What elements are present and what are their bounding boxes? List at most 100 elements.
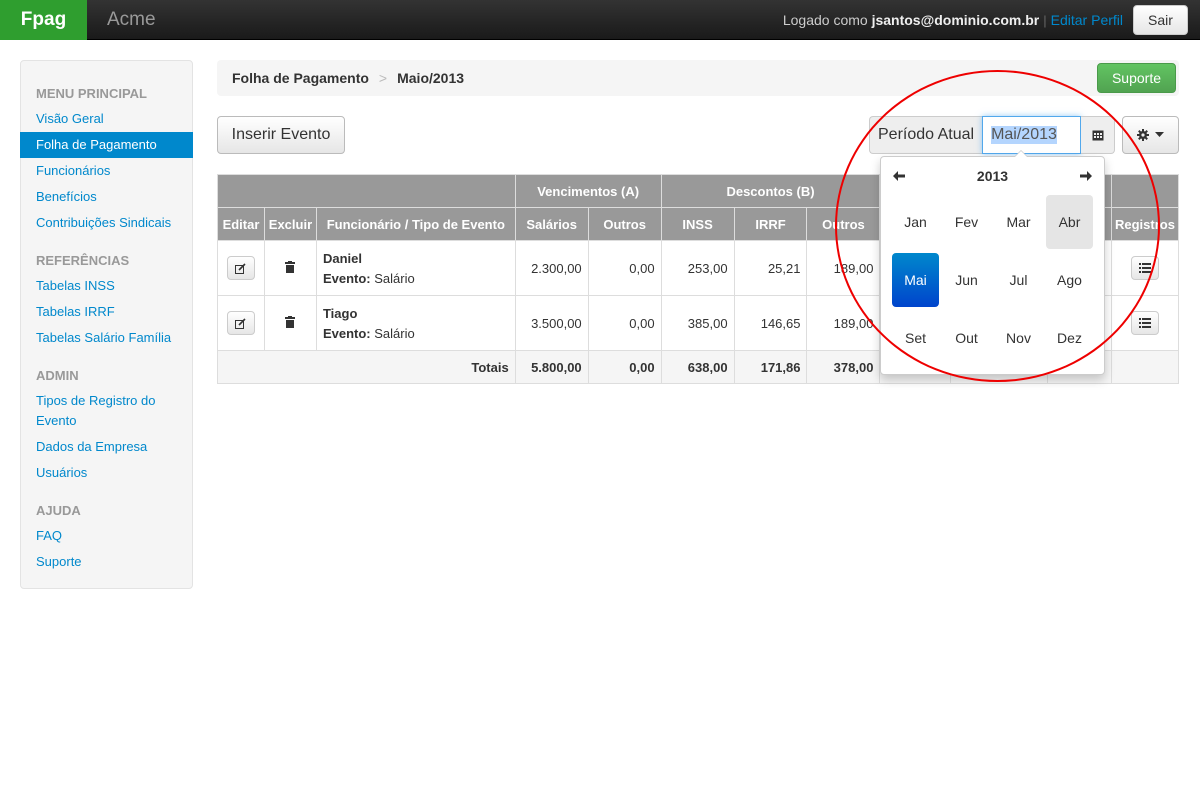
month-fev[interactable]: Fev <box>943 195 990 249</box>
cell-outros-b: 189,00 <box>806 295 881 351</box>
sidebar-item-tabelas-salario-familia[interactable]: Tabelas Salário Família <box>21 325 192 351</box>
settings-dropdown-button[interactable] <box>1122 116 1179 154</box>
col-header-editar: Editar <box>217 207 265 241</box>
period-input[interactable]: Mai/2013 <box>982 116 1082 154</box>
sidebar-item-visao-geral[interactable]: Visão Geral <box>21 106 192 132</box>
month-jun[interactable]: Jun <box>943 253 990 307</box>
edit-button[interactable] <box>226 311 255 335</box>
sidebar-item-faq[interactable]: FAQ <box>21 523 192 549</box>
cell-outros-b: 189,00 <box>806 240 881 296</box>
event-type: Salário <box>374 325 415 341</box>
sidebar-item-tabelas-irrf[interactable]: Tabelas IRRF <box>21 299 192 325</box>
sidebar-item-dados-empresa[interactable]: Dados da Empresa <box>21 434 192 460</box>
separator: | <box>1043 12 1047 28</box>
picker-year[interactable]: 2013 <box>977 168 1008 184</box>
list-icon <box>1138 318 1151 328</box>
breadcrumb-item-current: Maio/2013 <box>397 70 465 86</box>
brand-logo[interactable]: Fpag <box>0 0 87 40</box>
month-ago[interactable]: Ago <box>1046 253 1093 307</box>
picker-header: 2013 <box>881 165 1104 187</box>
delete-button[interactable] <box>285 315 296 331</box>
calendar-icon <box>1092 130 1104 141</box>
support-button[interactable]: Suporte <box>1097 63 1176 93</box>
period-label: Período Atual <box>869 116 983 154</box>
month-abr[interactable]: Abr <box>1046 195 1093 249</box>
totals-label: Totais <box>217 350 516 384</box>
breadcrumb: Folha de Pagamento > Maio/2013 Suporte <box>217 60 1179 96</box>
sidebar-header-admin: ADMIN <box>36 368 79 383</box>
sidebar-item-beneficios[interactable]: Benefícios <box>21 184 192 210</box>
employee-cell: Tiago Evento: Salário <box>315 295 516 351</box>
event-label: Evento: <box>322 325 371 341</box>
group-header-vencimentos: Vencimentos (A) <box>514 174 662 208</box>
sidebar-header-menu: MENU PRINCIPAL <box>36 86 147 101</box>
edit-icon <box>235 317 247 329</box>
breadcrumb-divider: > <box>378 70 388 86</box>
sidebar-item-contribuicoes[interactable]: Contribuições Sindicais <box>21 210 192 236</box>
edit-icon <box>235 262 247 274</box>
logout-button[interactable]: Sair <box>1133 5 1188 35</box>
trash-icon <box>285 315 296 328</box>
top-navbar: Fpag Acme Logado como jsantos@dominio.co… <box>0 0 1200 40</box>
sidebar-header-referencias: REFERÊNCIAS <box>36 253 130 268</box>
month-jan[interactable]: Jan <box>892 195 939 249</box>
period-selector: Período Atual Mai/2013 <box>869 116 1116 154</box>
logged-in-text: Logado como jsantos@dominio.com.br <box>783 12 1039 28</box>
sidebar-item-tipos-registro[interactable]: Tipos de Registro do Evento <box>21 388 171 434</box>
sidebar: MENU PRINCIPAL Visão Geral Folha de Paga… <box>20 60 193 589</box>
total-outros-a: 0,00 <box>587 350 662 384</box>
sidebar-item-tabelas-inss[interactable]: Tabelas INSS <box>21 273 192 299</box>
next-year-arrow-icon[interactable] <box>1080 171 1092 181</box>
insert-event-button[interactable]: Inserir Evento <box>217 116 345 154</box>
employee-name: Daniel <box>322 250 362 266</box>
period-value: Mai/2013 <box>991 126 1057 144</box>
records-button[interactable] <box>1130 311 1159 335</box>
records-button[interactable] <box>1130 256 1159 280</box>
event-label: Evento: <box>322 270 371 286</box>
sidebar-item-folha-de-pagamento[interactable]: Folha de Pagamento <box>20 132 193 158</box>
total-outros-b: 378,00 <box>806 350 881 384</box>
month-mar[interactable]: Mar <box>995 195 1042 249</box>
logged-prefix: Logado como <box>782 12 868 28</box>
caret-down-icon <box>1155 132 1164 137</box>
sidebar-item-suporte[interactable]: Suporte <box>21 549 192 575</box>
cell-salarios: 2.300,00 <box>514 240 589 296</box>
company-name: Acme <box>107 9 156 30</box>
cell-hidden <box>1110 350 1180 384</box>
group-header-empty <box>217 174 516 208</box>
col-header-salarios: Salários <box>514 207 589 241</box>
cell-irrf: 146,65 <box>733 295 808 351</box>
month-mai[interactable]: Mai <box>892 253 939 307</box>
sidebar-header-ajuda: AJUDA <box>36 503 81 518</box>
sidebar-item-funcionarios[interactable]: Funcionários <box>21 158 192 184</box>
list-icon <box>1138 263 1151 273</box>
breadcrumb-item-folha[interactable]: Folha de Pagamento <box>232 70 369 86</box>
edit-button[interactable] <box>226 256 255 280</box>
col-header-outros-a: Outros <box>587 207 662 241</box>
calendar-button[interactable] <box>1081 116 1116 154</box>
total-irrf: 171,86 <box>733 350 808 384</box>
month-nov[interactable]: Nov <box>995 311 1042 365</box>
delete-button[interactable] <box>285 260 296 276</box>
month-out[interactable]: Out <box>943 311 990 365</box>
col-header-excluir: Excluir <box>263 207 317 241</box>
event-type: Salário <box>374 270 415 286</box>
col-header-outros-b: Outros <box>806 207 881 241</box>
cell-inss: 253,00 <box>660 240 735 296</box>
cell-outros-a: 0,00 <box>587 295 662 351</box>
cell-irrf: 25,21 <box>733 240 808 296</box>
month-set[interactable]: Set <box>892 311 939 365</box>
prev-year-arrow-icon[interactable] <box>893 171 905 181</box>
sidebar-item-usuarios[interactable]: Usuários <box>21 460 192 486</box>
total-inss: 638,00 <box>660 350 735 384</box>
cell-outros-a: 0,00 <box>587 240 662 296</box>
group-header-registros-empty <box>1110 174 1180 208</box>
edit-profile-link[interactable]: Editar Perfil <box>1051 12 1123 28</box>
username: jsantos@dominio.com.br <box>871 12 1040 28</box>
month-dez[interactable]: Dez <box>1046 311 1093 365</box>
user-area: Logado como jsantos@dominio.com.br | Edi… <box>783 0 1200 40</box>
group-header-descontos: Descontos (B) <box>660 174 881 208</box>
month-picker: 2013 Jan Fev Mar Abr Mai Jun Jul Ago Set… <box>880 150 1105 375</box>
month-jul[interactable]: Jul <box>995 253 1042 307</box>
col-header-funcionario: Funcionário / Tipo de Evento <box>315 207 516 241</box>
